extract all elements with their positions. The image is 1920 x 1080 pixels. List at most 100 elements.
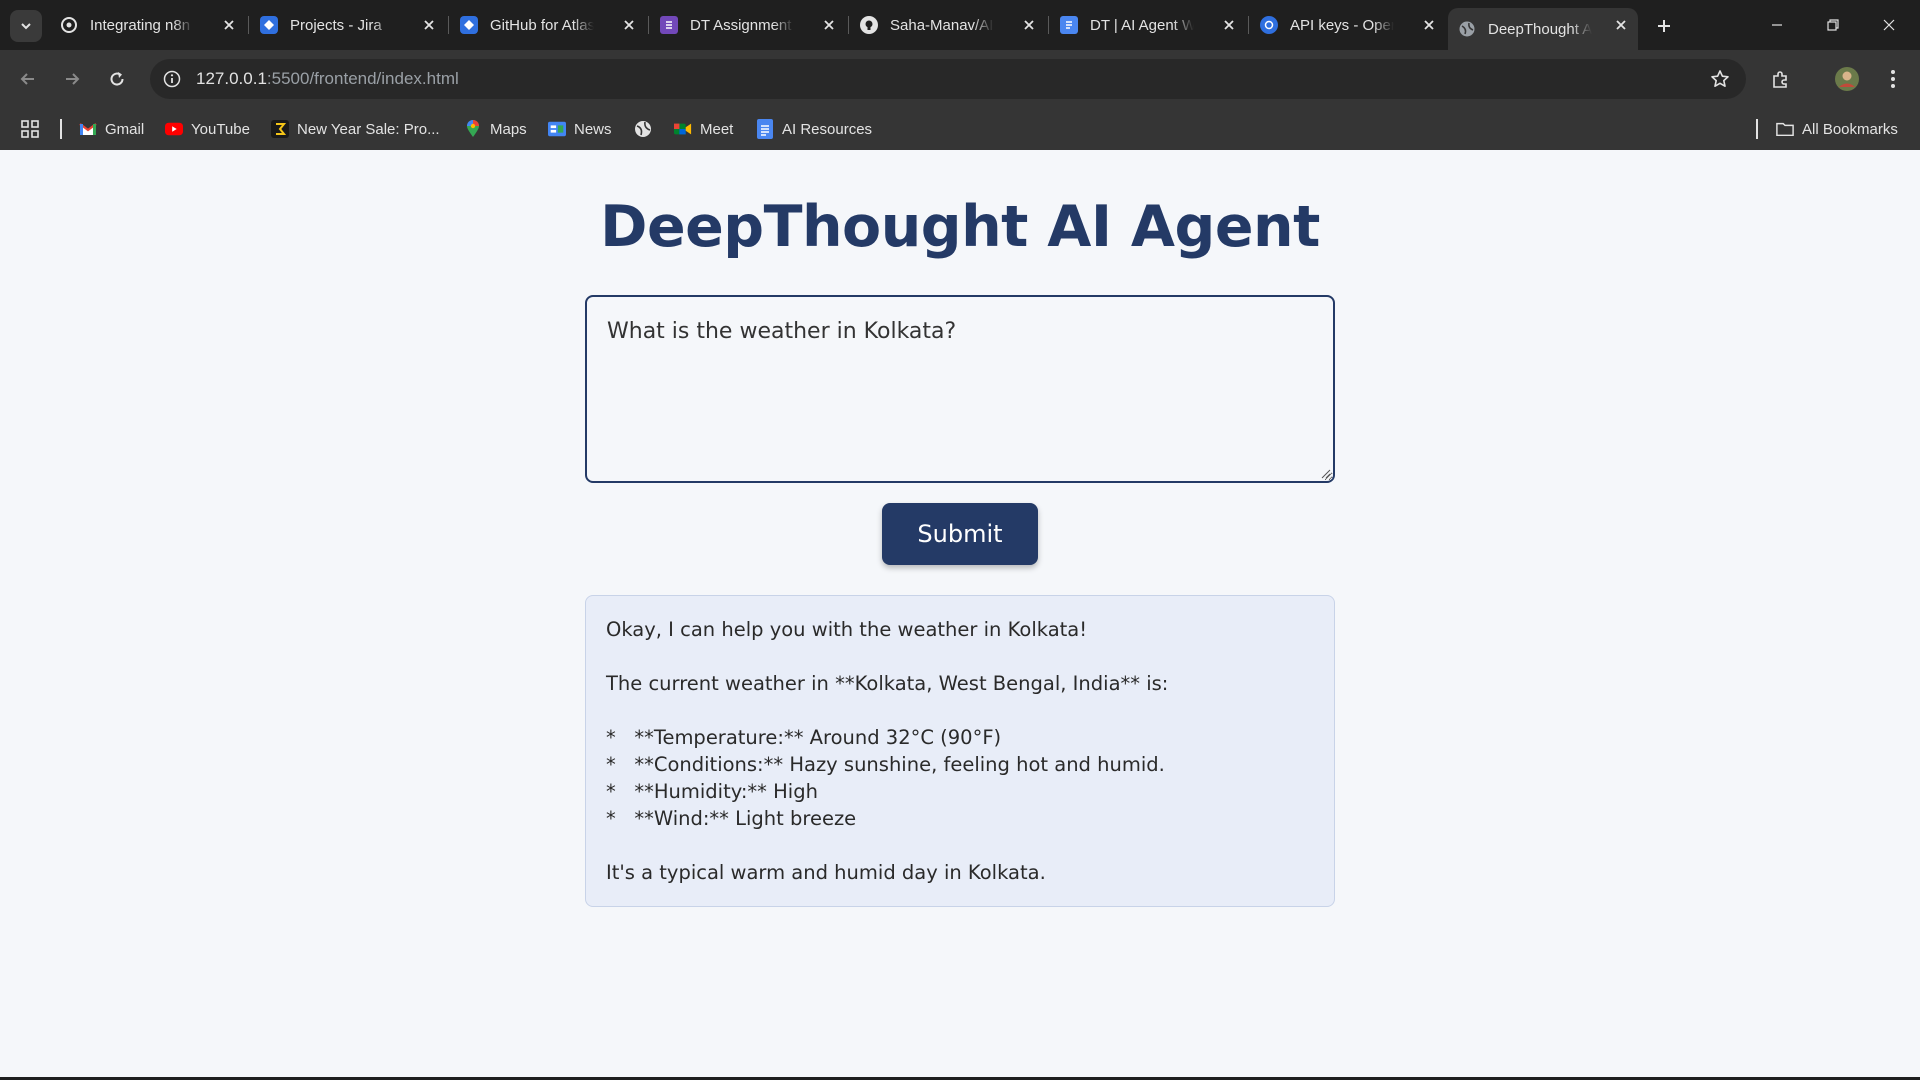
- bookmark-label: News: [574, 120, 612, 138]
- meet-icon: [674, 120, 692, 138]
- tab-1[interactable]: Projects - Jira: [250, 8, 446, 42]
- bookmarks-separator: [60, 119, 62, 139]
- back-button[interactable]: [12, 63, 44, 95]
- url-path: :5500/frontend/index.html: [266, 69, 459, 88]
- reload-button[interactable]: [101, 63, 133, 95]
- bookmark-youtube[interactable]: YouTube: [165, 116, 250, 142]
- bookmark-gmail[interactable]: Gmail: [79, 116, 144, 142]
- plus-icon: [1658, 20, 1670, 32]
- bookmark-label: All Bookmarks: [1802, 120, 1898, 138]
- tab-title: API keys - OpenAI: [1290, 16, 1394, 34]
- minimize-button[interactable]: [1754, 10, 1800, 40]
- all-bookmarks-button[interactable]: All Bookmarks: [1776, 116, 1898, 142]
- restore-icon: [1827, 19, 1839, 31]
- response-blank-line: [606, 697, 1314, 724]
- globe-icon: [634, 120, 652, 138]
- tab-title: Integrating n8n With: [90, 16, 194, 34]
- response-line: * **Humidity:** High: [606, 780, 818, 803]
- submit-button[interactable]: Submit: [882, 503, 1038, 565]
- tab-6[interactable]: API keys - OpenAI: [1250, 8, 1446, 42]
- tab-separator: [848, 16, 849, 34]
- browser-menu-button[interactable]: [1878, 64, 1908, 94]
- close-window-button[interactable]: [1866, 10, 1912, 40]
- arrow-right-icon: [66, 73, 80, 85]
- response-blank-line: [606, 643, 1314, 670]
- forms-icon: [660, 16, 678, 34]
- youtube-icon: [165, 120, 183, 138]
- tab-title: DeepThought Agent: [1488, 20, 1592, 38]
- tab-bar: Integrating n8n With Projects - Jira Git…: [0, 0, 1920, 50]
- tab-title: Projects - Jira: [290, 16, 382, 34]
- close-icon[interactable]: [820, 16, 838, 34]
- globe-icon: [1458, 20, 1476, 38]
- openai-icon: [60, 16, 78, 34]
- profile-avatar[interactable]: [1832, 64, 1862, 94]
- jira-icon: [260, 16, 278, 34]
- docs-icon: [1060, 16, 1078, 34]
- avatar-icon: [1835, 67, 1859, 91]
- bookmark-label: Maps: [490, 120, 527, 138]
- response-line: Okay, I can help you with the weather in…: [606, 618, 1088, 641]
- url-text[interactable]: 127.0.0.1:5500/frontend/index.html: [196, 69, 459, 89]
- bookmarks-bar: Gmail YouTube New Year Sale: Pro... Maps…: [0, 108, 1920, 150]
- news-icon: [548, 120, 566, 138]
- reload-icon: [110, 72, 124, 86]
- tab-3[interactable]: DT Assignment Sub: [650, 8, 846, 42]
- response-box: Okay, I can help you with the weather in…: [585, 595, 1335, 907]
- bookmark-news[interactable]: News: [548, 116, 612, 142]
- arrow-left-icon: [20, 73, 34, 85]
- page-title: DeepThought AI Agent: [600, 194, 1320, 260]
- address-bar[interactable]: 127.0.0.1:5500/frontend/index.html: [150, 59, 1746, 99]
- docs-icon: [756, 119, 774, 139]
- maps-icon: [464, 120, 482, 138]
- bookmarks-separator: [1756, 119, 1758, 139]
- tab-title: Saha-Manav/AI-Agent: [890, 16, 994, 34]
- close-icon[interactable]: [1612, 16, 1630, 34]
- response-blank-line: [606, 832, 1314, 859]
- close-icon[interactable]: [420, 16, 438, 34]
- tab-7-active[interactable]: DeepThought Agent: [1448, 8, 1638, 50]
- extensions-button[interactable]: [1766, 64, 1796, 94]
- close-icon[interactable]: [1220, 16, 1238, 34]
- jira-icon: [460, 16, 478, 34]
- bookmark-ai-resources[interactable]: AI Resources: [756, 116, 872, 142]
- response-line: * **Conditions:** Hazy sunshine, feeling…: [606, 753, 1165, 776]
- bookmark-maps[interactable]: Maps: [464, 116, 527, 142]
- site-info-icon[interactable]: [160, 67, 184, 91]
- puzzle-icon: [1773, 71, 1787, 88]
- tab-separator: [1248, 16, 1249, 34]
- close-icon[interactable]: [1020, 16, 1038, 34]
- tab-search-button[interactable]: [10, 10, 42, 42]
- openai-icon: [1260, 16, 1278, 34]
- star-icon: [1711, 70, 1729, 87]
- close-icon[interactable]: [220, 16, 238, 34]
- bookmark-new-year-sale[interactable]: New Year Sale: Pro...: [271, 116, 440, 142]
- bookmark-meet[interactable]: Meet: [674, 116, 733, 142]
- close-icon[interactable]: [1420, 16, 1438, 34]
- browser-toolbar: 127.0.0.1:5500/frontend/index.html: [0, 50, 1920, 108]
- tab-0[interactable]: Integrating n8n With: [50, 8, 246, 42]
- tab-separator: [1048, 16, 1049, 34]
- resize-grip-icon[interactable]: [1321, 469, 1331, 479]
- minimize-icon: [1772, 24, 1782, 26]
- tab-4[interactable]: Saha-Manav/AI-Agent: [850, 8, 1046, 42]
- prompt-input[interactable]: What is the weather in Kolkata?: [585, 295, 1335, 483]
- tab-title: GitHub for Atlassian: [490, 16, 594, 34]
- close-icon[interactable]: [620, 16, 638, 34]
- apps-button[interactable]: [20, 116, 40, 142]
- bookmark-label: YouTube: [191, 120, 250, 138]
- response-line: The current weather in **Kolkata, West B…: [606, 672, 1169, 695]
- folder-icon: [1776, 120, 1794, 138]
- tab-separator: [648, 16, 649, 34]
- bookmark-star-button[interactable]: [1708, 67, 1732, 91]
- github-icon: [860, 16, 878, 34]
- response-line: It's a typical warm and humid day in Kol…: [606, 861, 1046, 884]
- tab-5[interactable]: DT | AI Agent Work: [1050, 8, 1246, 42]
- restore-button[interactable]: [1810, 10, 1856, 40]
- bookmark-globe[interactable]: [634, 116, 660, 142]
- tab-separator: [448, 16, 449, 34]
- tab-2[interactable]: GitHub for Atlassian: [450, 8, 646, 42]
- forward-button[interactable]: [56, 63, 88, 95]
- kebab-menu-icon: [1891, 70, 1895, 88]
- new-tab-button[interactable]: [1650, 12, 1678, 40]
